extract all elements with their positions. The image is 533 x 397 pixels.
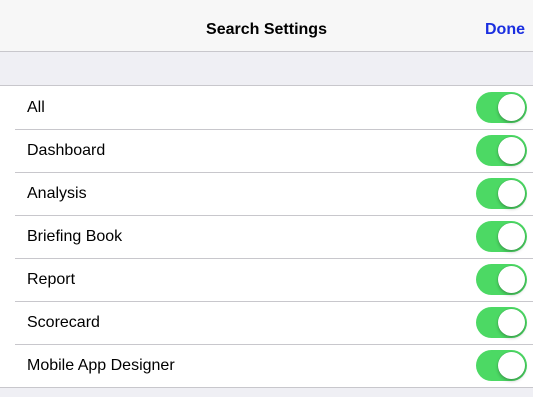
toggle-knob (498, 94, 525, 121)
setting-label: All (27, 99, 45, 116)
toggle-knob (498, 223, 525, 250)
setting-row-scorecard: Scorecard (0, 301, 533, 344)
setting-row-all: All (0, 86, 533, 129)
toggle-mobile-app-designer[interactable] (476, 350, 527, 381)
toggle-all[interactable] (476, 92, 527, 123)
toggle-scorecard[interactable] (476, 307, 527, 338)
setting-row-analysis: Analysis (0, 172, 533, 215)
setting-row-briefing-book: Briefing Book (0, 215, 533, 258)
toggle-knob (498, 266, 525, 293)
setting-row-report: Report (0, 258, 533, 301)
page-title: Search Settings (206, 21, 327, 38)
toggle-report[interactable] (476, 264, 527, 295)
setting-label: Scorecard (27, 314, 100, 331)
toggle-knob (498, 352, 525, 379)
setting-label: Analysis (27, 185, 87, 202)
setting-label: Dashboard (27, 142, 106, 159)
toggle-briefing-book[interactable] (476, 221, 527, 252)
setting-label: Briefing Book (27, 228, 123, 245)
toggle-analysis[interactable] (476, 178, 527, 209)
setting-label: Mobile App Designer (27, 357, 175, 374)
setting-label: Report (27, 271, 76, 288)
section-spacer (0, 52, 533, 85)
setting-row-dashboard: Dashboard (0, 129, 533, 172)
toggle-knob (498, 137, 525, 164)
navigation-bar: Search Settings Done (0, 0, 533, 52)
toggle-knob (498, 309, 525, 336)
search-settings-list: All Dashboard Analysis Briefing Book Rep… (0, 85, 533, 388)
toggle-knob (498, 180, 525, 207)
done-button[interactable]: Done (485, 0, 525, 52)
setting-row-mobile-app-designer: Mobile App Designer (0, 344, 533, 387)
toggle-dashboard[interactable] (476, 135, 527, 166)
